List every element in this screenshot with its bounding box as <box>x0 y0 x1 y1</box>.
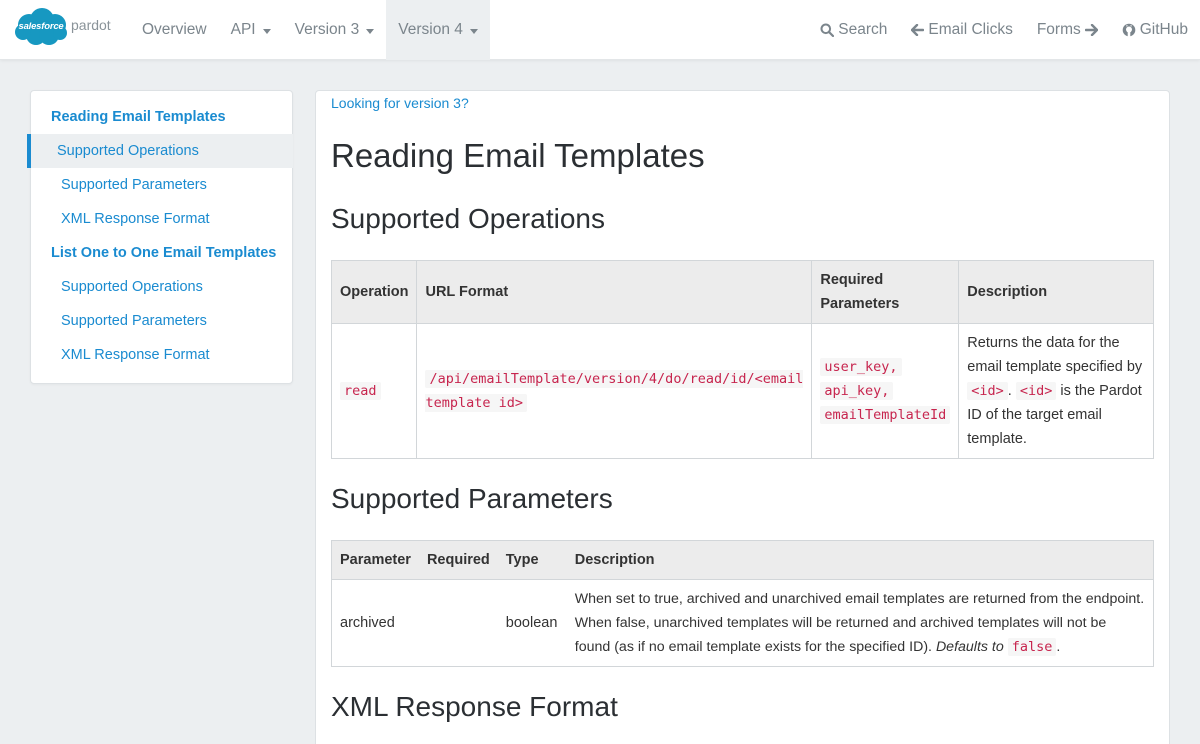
caret-down-icon <box>366 28 375 34</box>
cell-required-parameters: user_key, api_key, emailTemplateId <box>811 323 960 459</box>
toc-supported-parameters[interactable]: Supported Parameters <box>31 168 293 202</box>
col-header-parameter: Parameter <box>330 540 419 580</box>
col-header-url-format: URL Format <box>416 260 813 324</box>
col-header-required-parameters: Required Parameters <box>811 260 960 324</box>
nav-forms-label: Forms <box>1036 21 1081 38</box>
table-header-row: Parameter Required Type Description <box>330 540 1154 580</box>
cell-description: Returns the data for the email template … <box>958 323 1154 459</box>
nav-version3-label: Version 3 <box>294 21 360 38</box>
desc-text-1: Returns the data for the email template … <box>967 335 1143 375</box>
table-header-row: Operation URL Format Required Parameters… <box>330 260 1154 324</box>
page-title: Reading Email Templates <box>331 137 705 174</box>
nav-search[interactable]: Search <box>808 0 899 60</box>
nav-api-dropdown[interactable]: API <box>219 0 283 60</box>
github-icon <box>1122 23 1136 37</box>
cell-url-format: /api/emailTemplate/version/4/do/read/id/… <box>416 323 813 459</box>
nav-api-label: API <box>230 21 256 38</box>
sidebar-toc: Reading Email Templates Supported Operat… <box>27 90 293 384</box>
toc-supported-operations[interactable]: Supported Operations <box>27 134 293 168</box>
nav-version4-label: Version 4 <box>398 21 463 38</box>
cell-parameter: archived <box>330 579 419 667</box>
cell-operation: read <box>330 323 418 459</box>
salesforce-cloud-icon: salesforce <box>14 7 68 47</box>
nav-github[interactable]: GitHub <box>1110 0 1200 60</box>
cell-type: boolean <box>497 579 567 667</box>
arrow-right-icon <box>1084 24 1098 36</box>
operation-code: read <box>340 382 381 400</box>
heading-supported-operations: Supported Operations <box>331 203 605 234</box>
col-header-description: Description <box>566 540 1154 580</box>
param-email-template-id: emailTemplateId <box>820 406 951 424</box>
param-user-key: user_key, <box>820 358 902 376</box>
nav-forms[interactable]: Forms <box>1025 0 1110 60</box>
heading-supported-parameters: Supported Parameters <box>331 483 613 514</box>
col-header-type: Type <box>497 540 567 580</box>
nav-search-label: Search <box>838 21 888 38</box>
url-format-code: /api/emailTemplate/version/4/do/read/id/… <box>425 370 804 412</box>
nav-overview[interactable]: Overview <box>130 0 219 60</box>
toc-xml-response-format[interactable]: XML Response Format <box>31 202 293 236</box>
product-name: pardot <box>71 17 111 33</box>
toc-list-supported-operations[interactable]: Supported Operations <box>31 270 293 304</box>
desc-text-2: . <box>1007 383 1012 399</box>
search-icon <box>820 23 835 37</box>
nav-version4-dropdown[interactable]: Version 4 <box>386 0 490 60</box>
col-header-operation: Operation <box>330 260 418 324</box>
brand-logo[interactable]: salesforce pardot <box>14 7 111 53</box>
param-defaults-label: Defaults to <box>935 639 1004 655</box>
param-api-key: api_key, <box>820 382 894 400</box>
arrow-left-icon <box>911 24 925 36</box>
nav-version3-dropdown[interactable]: Version 3 <box>283 0 387 60</box>
cell-description: When set to true, archived and unarchive… <box>566 579 1154 667</box>
toc-reading-email-templates[interactable]: Reading Email Templates <box>31 100 293 134</box>
param-defaults-value: false <box>1007 638 1057 656</box>
nav-overview-label: Overview <box>142 21 207 38</box>
table-row: archived boolean When set to true, archi… <box>330 579 1154 667</box>
toc-list-one-to-one-email-templates[interactable]: List One to One Email Templates <box>31 236 293 270</box>
param-defaults-end: . <box>1056 639 1061 655</box>
nav-email-clicks-label: Email Clicks <box>928 21 1013 38</box>
parameters-table: Parameter Required Type Description arch… <box>330 540 1154 667</box>
caret-down-icon <box>262 28 271 34</box>
col-header-description: Description <box>958 260 1154 324</box>
caret-down-icon <box>469 28 478 34</box>
logo-text: salesforce <box>18 21 64 32</box>
nav-email-clicks[interactable]: Email Clicks <box>899 0 1024 60</box>
top-navbar: salesforce pardot Overview API Version 3… <box>0 0 1200 60</box>
main-content: Looking for version 3? Reading Email Tem… <box>315 90 1170 744</box>
toc-list-supported-parameters[interactable]: Supported Parameters <box>31 304 293 338</box>
table-row: read /api/emailTemplate/version/4/do/rea… <box>330 323 1154 459</box>
desc-code-id-2: <id> <box>1015 382 1057 400</box>
desc-code-id-1: <id> <box>967 382 1008 400</box>
toc-list-xml-response-format[interactable]: XML Response Format <box>31 338 293 372</box>
cell-required <box>418 579 498 667</box>
nav-github-label: GitHub <box>1139 21 1188 38</box>
heading-xml-response-format: XML Response Format <box>331 691 618 722</box>
operations-table: Operation URL Format Required Parameters… <box>330 260 1154 459</box>
col-header-required: Required <box>418 540 498 580</box>
version3-link[interactable]: Looking for version 3? <box>331 95 469 111</box>
